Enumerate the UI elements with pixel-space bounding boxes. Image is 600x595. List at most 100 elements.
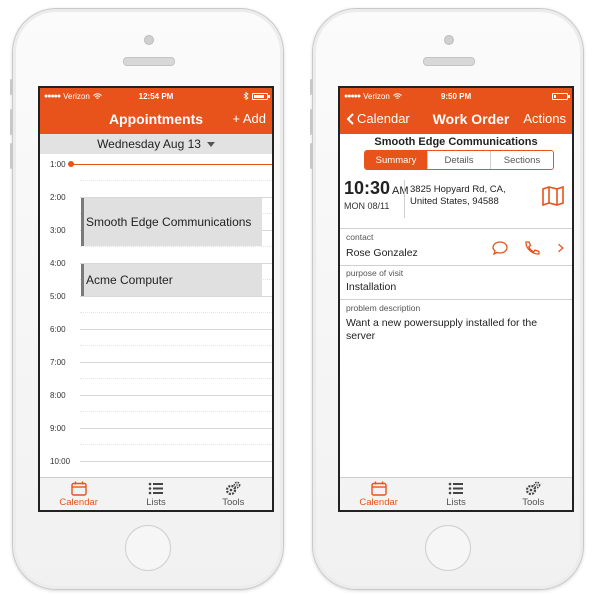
list-icon bbox=[148, 482, 163, 494]
map-icon[interactable] bbox=[542, 186, 564, 206]
tab-calendar[interactable]: Calendar bbox=[40, 478, 117, 510]
purpose-label: purpose of visit bbox=[346, 268, 404, 278]
hour-row: 8:00 bbox=[40, 391, 272, 400]
tab-calendar[interactable]: Calendar bbox=[340, 478, 417, 510]
hour-label: 10:00 bbox=[50, 457, 71, 466]
hour-row: 5:00 bbox=[40, 292, 272, 301]
contact-field: contact Rose Gonzalez bbox=[340, 229, 572, 266]
gear-icon bbox=[226, 481, 241, 495]
tab-tools[interactable]: Tools bbox=[195, 478, 272, 510]
tab-label: Tools bbox=[222, 496, 245, 508]
day-timeline[interactable]: 1:00 2:00 3:00 4:00 5:00 6:00 7:00 8:00 … bbox=[40, 154, 272, 466]
chevron-right-icon[interactable] bbox=[556, 241, 566, 255]
message-icon[interactable] bbox=[492, 241, 508, 255]
purpose-field: purpose of visit Installation bbox=[340, 265, 572, 300]
appointment-time: 10:30 AM bbox=[344, 178, 409, 199]
volume-up-button bbox=[10, 109, 13, 135]
tab-label: Tools bbox=[522, 496, 545, 508]
hour-line bbox=[80, 296, 272, 297]
home-button bbox=[125, 525, 171, 571]
divider bbox=[404, 180, 405, 218]
battery-icon bbox=[552, 92, 570, 100]
tab-tools[interactable]: Tools bbox=[495, 478, 572, 510]
status-bar: ●●●●● Verizon 9:50 PM bbox=[340, 88, 572, 104]
tab-label: Calendar bbox=[59, 496, 98, 508]
hour-row: 10:00 bbox=[40, 457, 272, 466]
half-hour-line bbox=[80, 180, 272, 181]
date-selector[interactable]: Wednesday Aug 13 bbox=[40, 134, 272, 154]
date-label: Wednesday Aug 13 bbox=[97, 137, 201, 151]
volume-down-button bbox=[10, 143, 13, 169]
tab-label: Lists bbox=[446, 496, 466, 508]
status-right bbox=[552, 92, 570, 100]
nav-bar: Calendar Work Order Actions bbox=[340, 104, 572, 134]
appointment-title: Smooth Edge Communications bbox=[86, 215, 252, 229]
problem-field: problem description Want a new powersupp… bbox=[340, 300, 572, 360]
contact-value: Rose Gonzalez bbox=[346, 247, 418, 259]
hour-label: 1:00 bbox=[50, 160, 66, 169]
segment-summary[interactable]: Summary bbox=[365, 151, 427, 169]
hour-row: 7:00 bbox=[40, 358, 272, 367]
front-camera bbox=[144, 35, 154, 45]
gear-icon bbox=[526, 481, 541, 495]
tab-label: Calendar bbox=[359, 496, 398, 508]
hour-line bbox=[80, 362, 272, 363]
hour-row: 9:00 bbox=[40, 424, 272, 433]
speaker bbox=[423, 57, 475, 66]
chevron-left-icon bbox=[346, 113, 354, 125]
half-hour-line bbox=[80, 444, 272, 445]
calendar-icon bbox=[70, 481, 87, 496]
half-hour-line bbox=[80, 378, 272, 379]
time-value: 10:30 bbox=[344, 178, 391, 198]
status-time: 9:50 PM bbox=[440, 91, 472, 101]
status-right bbox=[243, 92, 270, 100]
half-hour-line bbox=[80, 345, 272, 346]
hour-label: 3:00 bbox=[50, 226, 66, 235]
hour-label: 9:00 bbox=[50, 424, 66, 433]
segmented-control: Summary Details Sections bbox=[364, 150, 554, 170]
tab-lists[interactable]: Lists bbox=[117, 478, 194, 510]
nav-bar: Appointments + Add bbox=[40, 104, 272, 134]
time-ampm: AM bbox=[392, 185, 409, 197]
volume-up-button bbox=[310, 109, 313, 135]
tab-bar: Calendar Lists Tools bbox=[340, 477, 572, 510]
appointment-block[interactable]: Acme Computer bbox=[81, 264, 262, 296]
appointment-block[interactable]: Smooth Edge Communications bbox=[81, 198, 262, 246]
address-line2: United States, 94588 bbox=[410, 196, 499, 207]
address: 3825 Hopyard Rd, CA, United States, 9458… bbox=[410, 184, 540, 208]
mute-switch bbox=[10, 79, 13, 95]
hour-line bbox=[80, 428, 272, 429]
current-time-indicator bbox=[68, 161, 74, 167]
problem-label: problem description bbox=[346, 303, 421, 313]
hour-label: 6:00 bbox=[50, 325, 66, 334]
segment-details[interactable]: Details bbox=[427, 151, 490, 169]
hour-label: 7:00 bbox=[50, 358, 66, 367]
phone-right: ●●●●● Verizon 9:50 PM Calendar Work Orde… bbox=[310, 8, 584, 590]
half-hour-line bbox=[80, 312, 272, 313]
screen-work-order: ●●●●● Verizon 9:50 PM Calendar Work Orde… bbox=[338, 86, 574, 512]
contact-label: contact bbox=[346, 232, 374, 242]
status-time: 12:54 PM bbox=[138, 91, 174, 101]
actions-button[interactable]: Actions bbox=[523, 104, 566, 134]
tab-lists[interactable]: Lists bbox=[417, 478, 494, 510]
hour-line bbox=[80, 329, 272, 330]
volume-down-button bbox=[310, 143, 313, 169]
hour-label: 2:00 bbox=[50, 193, 66, 202]
contact-actions bbox=[492, 241, 566, 255]
tab-label: Lists bbox=[146, 496, 166, 508]
add-button[interactable]: + Add bbox=[232, 104, 266, 134]
phone-icon[interactable] bbox=[524, 241, 540, 255]
speaker bbox=[123, 57, 175, 66]
purpose-value: Installation bbox=[346, 281, 397, 293]
front-camera bbox=[444, 35, 454, 45]
status-bar: ●●●●● Verizon 12:54 PM bbox=[40, 88, 272, 104]
problem-value: Want a new powersupply installed for the… bbox=[346, 317, 538, 342]
caret-down-icon bbox=[206, 141, 215, 147]
segment-sections[interactable]: Sections bbox=[490, 151, 553, 169]
appointment-date: MON 08/11 bbox=[344, 201, 390, 211]
appointment-info: 10:30 AM MON 08/11 3825 Hopyard Rd, CA, U… bbox=[340, 172, 572, 229]
phone-left: ●●●●● Verizon 12:54 PM Appointments + Ad… bbox=[10, 8, 284, 590]
mute-switch bbox=[310, 79, 313, 95]
hour-line bbox=[80, 395, 272, 396]
hour-row: 6:00 bbox=[40, 325, 272, 334]
